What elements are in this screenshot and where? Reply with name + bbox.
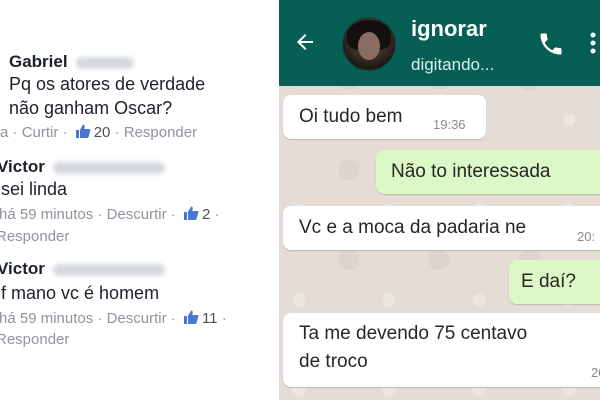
thumbs-up-icon[interactable]	[75, 123, 91, 146]
thumbs-up-icon[interactable]	[183, 205, 199, 228]
separator: ·	[62, 124, 68, 141]
message-time: 20	[591, 365, 600, 380]
reply-button[interactable]: Responder	[0, 329, 69, 351]
blurred-surname	[52, 263, 165, 276]
separator: ·	[221, 310, 227, 327]
incoming-message[interactable]: Vc e a moca da padaria ne 20:	[283, 206, 600, 250]
contact-avatar[interactable]	[342, 17, 396, 71]
comment-text-line: Pq os atores de verdade	[9, 74, 206, 94]
message-text: E daí?	[521, 271, 576, 292]
comment-text-line: não ganham Oscar?	[9, 98, 173, 118]
incoming-message[interactable]: Oi tudo bem 19:36	[283, 95, 486, 139]
commenter-name[interactable]: Victor	[0, 259, 165, 279]
separator: ·	[170, 206, 176, 223]
message-text: Não to interessada	[391, 161, 551, 182]
message-time: 20:	[577, 229, 596, 244]
message-text: Oi tudo bem	[299, 106, 403, 127]
comment-text-line: sei linda	[1, 179, 68, 199]
typing-status: digitando...	[411, 55, 495, 74]
chat-header: ignorar digitando...	[279, 0, 600, 86]
back-arrow-icon[interactable]	[293, 30, 317, 54]
like-button[interactable]: Curtir	[22, 124, 59, 141]
separator: ·	[97, 310, 103, 327]
separator: ·	[114, 124, 120, 141]
facebook-comments-panel: Gabriel Pq os atores de verdade não ganh…	[0, 0, 275, 400]
message-text-line: de troco	[299, 351, 368, 372]
comment-text-line: f mano vc é homem	[1, 283, 160, 303]
comment-meta: há 59 minutos · Descurtir · 2 ·	[0, 204, 219, 228]
separator: ·	[97, 206, 103, 223]
comment-time[interactable]: a	[0, 124, 8, 141]
separator: ·	[12, 124, 18, 141]
blurred-surname	[75, 56, 134, 69]
separator: ·	[170, 310, 176, 327]
message-text-line: Ta me devendo 75 centavo	[299, 323, 528, 344]
incoming-message[interactable]: Ta me devendo 75 centavo de troco 20	[283, 313, 600, 387]
message-text: Vc e a moca da padaria ne	[299, 217, 527, 238]
whatsapp-chat-panel: ignorar digitando... Oi tudo bem 19:36 N…	[279, 0, 600, 400]
like-count[interactable]: 11	[202, 310, 218, 327]
separator: ·	[214, 206, 220, 223]
like-count[interactable]: 20	[94, 124, 111, 141]
blurred-surname	[52, 161, 165, 174]
more-vertical-icon[interactable]	[584, 30, 600, 56]
reply-button[interactable]: Responder	[0, 226, 69, 248]
commenter-name[interactable]: Gabriel	[9, 52, 134, 72]
comment-meta: a · Curtir · 20 · Responder	[0, 122, 197, 146]
comment-time[interactable]: há 59 minutos	[0, 206, 93, 223]
outgoing-message[interactable]: Não to interessada	[376, 150, 600, 194]
phone-icon[interactable]	[537, 30, 565, 58]
outgoing-message[interactable]: E daí?	[509, 260, 600, 304]
like-count[interactable]: 2	[202, 206, 210, 223]
unlike-button[interactable]: Descurtir	[107, 206, 167, 223]
contact-name[interactable]: ignorar	[411, 16, 487, 42]
commenter-name[interactable]: Victor	[0, 157, 165, 177]
comment-time[interactable]: há 59 minutos	[0, 310, 93, 327]
thumbs-up-icon[interactable]	[183, 309, 199, 332]
message-time: 19:36	[433, 117, 466, 132]
unlike-button[interactable]: Descurtir	[107, 310, 167, 327]
reply-button[interactable]: Responder	[124, 124, 197, 141]
